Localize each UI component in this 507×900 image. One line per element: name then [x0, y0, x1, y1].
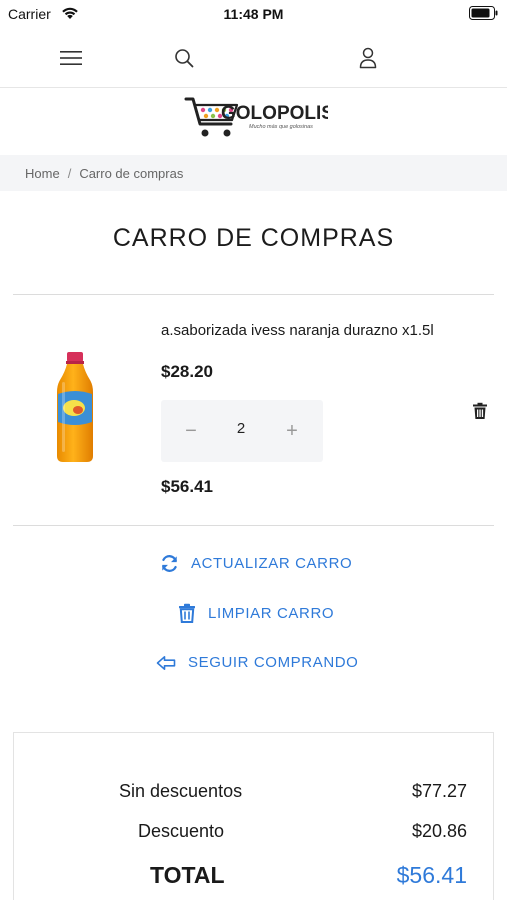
product-unit-price: $28.20: [161, 362, 213, 381]
quantity-decrease-button[interactable]: −: [179, 417, 203, 445]
quantity-input[interactable]: [221, 420, 261, 437]
hamburger-menu-icon[interactable]: [56, 43, 86, 73]
brand-tagline: Mucho más que golosinas: [249, 124, 313, 130]
battery-icon: [469, 6, 499, 25]
page-title: CARRO DE COMPRAS: [112, 224, 395, 252]
quantity-stepper: − +: [161, 400, 323, 462]
clear-cart-button[interactable]: LIMPIAR CARRO: [178, 603, 334, 623]
golopolis-logo[interactable]: GOLOPOLIS Mucho más que golosinas: [183, 94, 334, 144]
total-value: $56.41: [396, 862, 467, 888]
update-cart-button[interactable]: ACTUALIZAR CARRO: [160, 554, 352, 573]
product-name[interactable]: a.saborizada ivess naranja durazno x1.5l: [161, 322, 434, 339]
top-navigation: [0, 28, 507, 88]
breadcrumb-current: Carro de compras: [79, 165, 184, 181]
user-icon[interactable]: [353, 43, 383, 73]
clear-cart-label: LIMPIAR CARRO: [208, 604, 335, 622]
breadcrumb-separator: /: [67, 165, 72, 181]
update-cart-label: ACTUALIZAR CARRO: [191, 555, 353, 572]
continue-shopping-button[interactable]: SEGUIR COMPRANDO: [156, 654, 358, 671]
brand-name: GOLOPOLIS: [221, 103, 328, 124]
search-icon[interactable]: [169, 43, 199, 73]
product-image[interactable]: [55, 352, 95, 464]
arrow-left-icon: [156, 655, 176, 670]
remove-item-trash-icon[interactable]: [471, 402, 489, 420]
subtotal-label: Sin descuentos: [119, 781, 243, 801]
continue-shopping-label: SEGUIR COMPRANDO: [188, 654, 359, 671]
divider-bottom: [13, 525, 494, 526]
breadcrumb-home-link[interactable]: Home: [25, 166, 60, 181]
total-label: TOTAL: [150, 862, 225, 888]
subtotal-value: $77.27: [411, 781, 467, 801]
trash-icon: [179, 603, 195, 623]
status-bar: Carrier 11:48 PM: [0, 0, 507, 28]
product-subtotal: $56.41: [161, 477, 213, 496]
discount-value: $20.86: [411, 821, 467, 841]
divider-top: [13, 294, 494, 295]
discount-label: Descuento: [138, 821, 225, 841]
breadcrumb: Home / Carro de compras: [0, 155, 507, 191]
clock: 11:48 PM: [223, 6, 284, 22]
cart-totals-panel: Sin descuentos $77.27 Descuento $20.86 T…: [13, 732, 494, 900]
refresh-icon: [162, 555, 177, 572]
quantity-increase-button[interactable]: +: [280, 417, 304, 445]
